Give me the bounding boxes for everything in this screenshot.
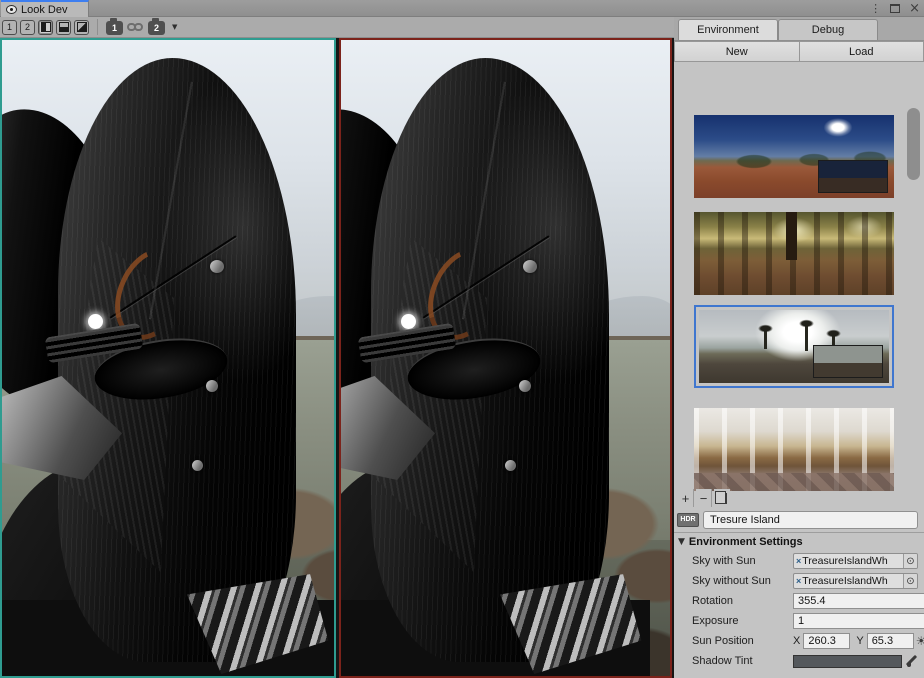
- robot-eye-light: [88, 314, 103, 329]
- scrollbar-thumb[interactable]: [907, 108, 920, 180]
- toolbar-separator: [97, 19, 98, 35]
- shadow-tint-row: Shadow Tint: [674, 651, 924, 671]
- cubemap-icon: ×: [794, 576, 802, 586]
- rotation-label: Rotation: [692, 595, 793, 607]
- rotation-input[interactable]: [793, 593, 924, 609]
- duplicate-icon: [718, 493, 727, 504]
- link-environments-icon[interactable]: [127, 20, 144, 34]
- treasure-island-pano: [699, 310, 889, 383]
- eye-icon: [6, 5, 17, 14]
- load-button[interactable]: Load: [800, 41, 924, 62]
- render-view-2[interactable]: [339, 38, 672, 678]
- object-picker-icon[interactable]: ⊙: [903, 574, 917, 588]
- env-thumbnail-inset: [813, 345, 883, 378]
- sun-position-label: Sun Position: [692, 635, 793, 647]
- robot-eye-light: [401, 314, 416, 329]
- single-view-2-button[interactable]: 2: [20, 20, 35, 35]
- jaw-bolt: [192, 460, 203, 471]
- environment-list-controls: + −: [678, 487, 730, 507]
- cubemap-icon: ×: [794, 556, 802, 566]
- window-menu-icon[interactable]: ⋮: [870, 0, 881, 17]
- render-view-1[interactable]: [0, 38, 336, 678]
- eyedropper-icon[interactable]: [905, 654, 918, 668]
- exposure-label: Exposure: [692, 615, 793, 627]
- object-picker-icon[interactable]: ⊙: [903, 554, 917, 568]
- environment-slot-1-button[interactable]: 1: [106, 21, 123, 35]
- panel-tab-strip: Environment Debug: [674, 17, 924, 41]
- render-scene: [339, 40, 672, 678]
- shadow-tint-swatch[interactable]: [793, 655, 902, 668]
- env-thumbnail-forest[interactable]: [694, 212, 894, 295]
- env-thumbnail-desert-sun[interactable]: [694, 115, 894, 198]
- environment-panel: Environment Debug New Load + − HDR: [674, 17, 924, 678]
- tab-environment[interactable]: Environment: [678, 19, 778, 40]
- lookdev-viewport: [0, 38, 674, 678]
- remove-environment-button[interactable]: −: [696, 489, 712, 507]
- exposure-row: Exposure: [674, 611, 924, 631]
- sun-icon[interactable]: ☀: [916, 634, 924, 648]
- rotation-row: Rotation: [674, 591, 924, 611]
- cheek-bolt: [519, 380, 531, 392]
- sky-without-sun-row: Sky without Sun × TreasureIslandWh ⊙: [674, 571, 924, 591]
- sky-with-sun-row: Sky with Sun × TreasureIslandWh ⊙: [674, 551, 924, 571]
- temple-bolt: [210, 260, 224, 273]
- new-button[interactable]: New: [674, 41, 800, 62]
- sky-without-sun-label: Sky without Sun: [692, 575, 793, 587]
- environment-slot-2-button[interactable]: 2: [148, 21, 165, 35]
- environment-settings-header[interactable]: ▼ Environment Settings: [674, 533, 924, 550]
- window-titlebar: Look Dev ⋮ ×: [0, 0, 924, 17]
- maximize-icon[interactable]: [890, 4, 900, 13]
- jaw-bolt: [505, 460, 516, 471]
- env-thumbnail-inset: [818, 160, 888, 193]
- tab-debug[interactable]: Debug: [778, 19, 878, 40]
- foldout-caret-icon: ▼: [678, 537, 685, 547]
- window-title: Look Dev: [21, 4, 67, 16]
- sun-position-x-input[interactable]: [803, 633, 850, 649]
- palm-tree-icon: [805, 325, 808, 351]
- sky-with-sun-object-field[interactable]: × TreasureIslandWh ⊙: [793, 553, 918, 569]
- split-horizontal-icon: [59, 22, 69, 32]
- cheek-bolt: [206, 380, 218, 392]
- settings-header-label: Environment Settings: [689, 536, 803, 548]
- sky-with-sun-value: TreasureIslandWh: [802, 555, 903, 567]
- hdr-badge: HDR: [677, 513, 699, 527]
- split-vertical-icon: [41, 22, 51, 32]
- env-thumbnail-treasure-island-selected[interactable]: [694, 305, 894, 388]
- temple-bolt: [523, 260, 537, 273]
- sky-without-sun-object-field[interactable]: × TreasureIslandWh ⊙: [793, 573, 918, 589]
- close-icon[interactable]: ×: [909, 0, 920, 17]
- environment-list: + −: [674, 62, 924, 507]
- exposure-input[interactable]: [793, 613, 924, 629]
- environment-name-input[interactable]: [703, 511, 918, 529]
- x-axis-label: X: [793, 635, 800, 647]
- sun-position-y-input[interactable]: [867, 633, 914, 649]
- split-view-button[interactable]: [56, 20, 71, 35]
- duplicate-environment-button[interactable]: [714, 489, 730, 507]
- lookdev-toolbar: 1 2 1 2 ▼: [0, 17, 674, 38]
- split-diagonal-icon: [77, 22, 87, 32]
- side-by-side-view-button[interactable]: [38, 20, 53, 35]
- zone-view-button[interactable]: [74, 20, 89, 35]
- env-thumbnail-church[interactable]: [694, 408, 894, 491]
- shadow-tint-label: Shadow Tint: [692, 655, 793, 667]
- lookdev-window-tab[interactable]: Look Dev: [1, 0, 89, 17]
- sky-without-sun-value: TreasureIslandWh: [802, 575, 903, 587]
- y-axis-label: Y: [856, 635, 863, 647]
- sky-with-sun-label: Sky with Sun: [692, 555, 793, 567]
- single-view-1-button[interactable]: 1: [2, 20, 17, 35]
- palm-tree-icon: [764, 330, 767, 349]
- hdr-name-row: HDR: [674, 507, 924, 532]
- add-environment-button[interactable]: +: [678, 489, 694, 507]
- chevron-down-icon[interactable]: ▼: [172, 23, 177, 31]
- sun-position-row: Sun Position X Y ☀: [674, 631, 924, 651]
- render-scene: [2, 40, 336, 678]
